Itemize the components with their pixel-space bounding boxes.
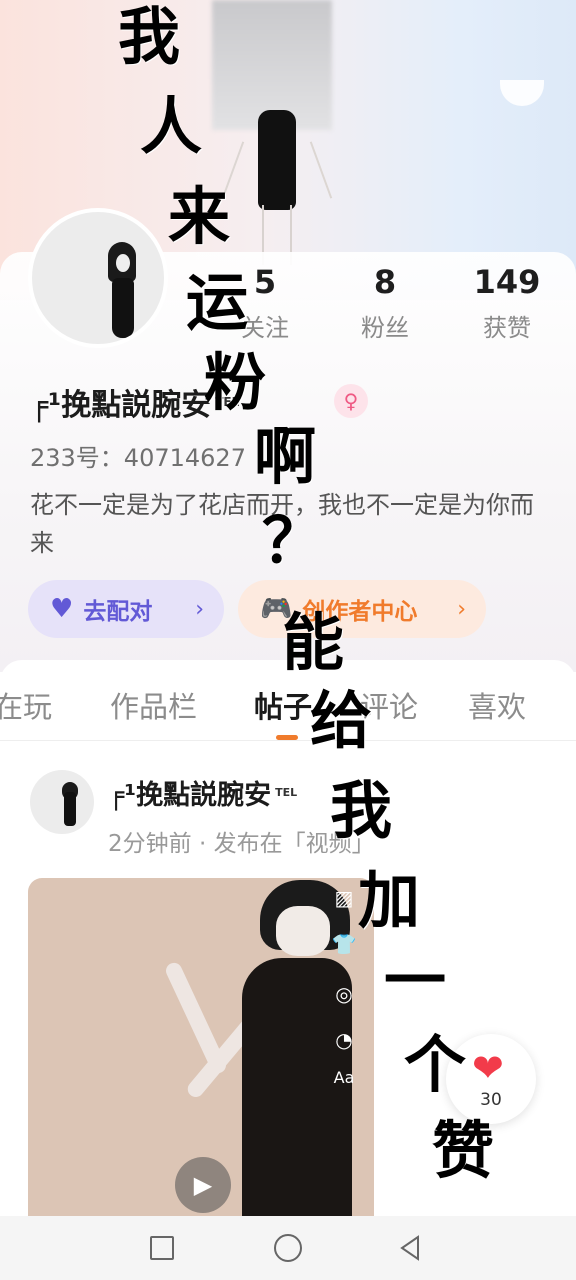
- chevron-right-icon: ›: [195, 596, 204, 622]
- stat-likes[interactable]: 149 获赞: [452, 262, 562, 343]
- female-icon: ♀: [334, 384, 368, 418]
- like-button[interactable]: ❤ 30: [446, 1034, 536, 1124]
- system-nav-bar: [0, 1216, 576, 1280]
- stat-label: 获赞: [483, 314, 531, 342]
- post-author-name: ╒¹挽點説腕安: [108, 779, 272, 811]
- match-button[interactable]: ♥ 去配对 ›: [28, 580, 224, 638]
- stat-value: 8: [373, 263, 397, 301]
- avatar-dress: [64, 792, 76, 826]
- creator-button-label: 创作者中心: [302, 599, 418, 625]
- play-icon[interactable]: ▶: [175, 1157, 231, 1213]
- stat-value: 149: [473, 263, 541, 301]
- post-author-suffix: TEL: [275, 785, 298, 799]
- match-button-label: 去配对: [83, 599, 153, 625]
- figure-face: [276, 906, 330, 956]
- outfit-icon[interactable]: 👕: [330, 930, 358, 958]
- stat-value: 5: [253, 263, 277, 301]
- profile-stats: 5 关注 8 粉丝 149 获赞: [200, 262, 576, 352]
- divider: [0, 740, 576, 741]
- stat-following[interactable]: 5 关注: [210, 262, 320, 343]
- creator-center-button[interactable]: 🎮 创作者中心 ›: [238, 580, 486, 638]
- avatar[interactable]: [28, 208, 168, 348]
- post-meta: 2分钟前 · 发布在「视频」: [108, 831, 375, 857]
- profile-nickname: ╒¹挽點説腕安 TEL: [30, 380, 239, 424]
- text-icon[interactable]: Aa: [330, 1064, 358, 1092]
- tab-playing[interactable]: 在玩: [0, 684, 52, 726]
- recent-apps-icon[interactable]: [150, 1236, 174, 1260]
- timer-icon[interactable]: ◔: [330, 1026, 358, 1054]
- nickname-suffix: TEL: [215, 395, 240, 409]
- tab-posts[interactable]: 帖子: [254, 684, 312, 726]
- stat-label: 关注: [241, 314, 289, 342]
- profile-bio: 花不一定是为了花店而开，我也不一定是为你而来: [30, 491, 534, 557]
- stat-label: 粉丝: [361, 314, 409, 342]
- like-count: 30: [480, 1090, 502, 1110]
- nickname-text: ╒¹挽點説腕安: [30, 388, 212, 423]
- avatar-face: [116, 254, 130, 272]
- tab-works[interactable]: 作品栏: [110, 684, 197, 726]
- back-icon[interactable]: [396, 1234, 424, 1262]
- banner-pill: [500, 80, 544, 106]
- tab-likes[interactable]: 喜欢: [468, 684, 526, 726]
- user-id[interactable]: 233号：40714627: [30, 438, 246, 473]
- stat-followers[interactable]: 8 粉丝: [330, 262, 440, 343]
- banner-figure-arm: [309, 141, 333, 199]
- banner-figure: [258, 110, 296, 210]
- chevron-right-icon: ›: [457, 596, 466, 622]
- home-icon[interactable]: [274, 1234, 302, 1262]
- avatar-dress: [112, 278, 134, 338]
- filter-icon[interactable]: ▨: [330, 884, 358, 912]
- heart-icon: ♥: [50, 594, 74, 624]
- heart-icon: ❤: [472, 1046, 504, 1090]
- effects-icon[interactable]: ◎: [330, 980, 358, 1008]
- tab-comments[interactable]: 评论: [360, 684, 418, 726]
- post-author-avatar[interactable]: [30, 770, 94, 834]
- gamepad-icon: 🎮: [260, 594, 293, 624]
- banner-figure-arm: [221, 141, 245, 199]
- post-author[interactable]: ╒¹挽點説腕安 TEL: [108, 772, 297, 812]
